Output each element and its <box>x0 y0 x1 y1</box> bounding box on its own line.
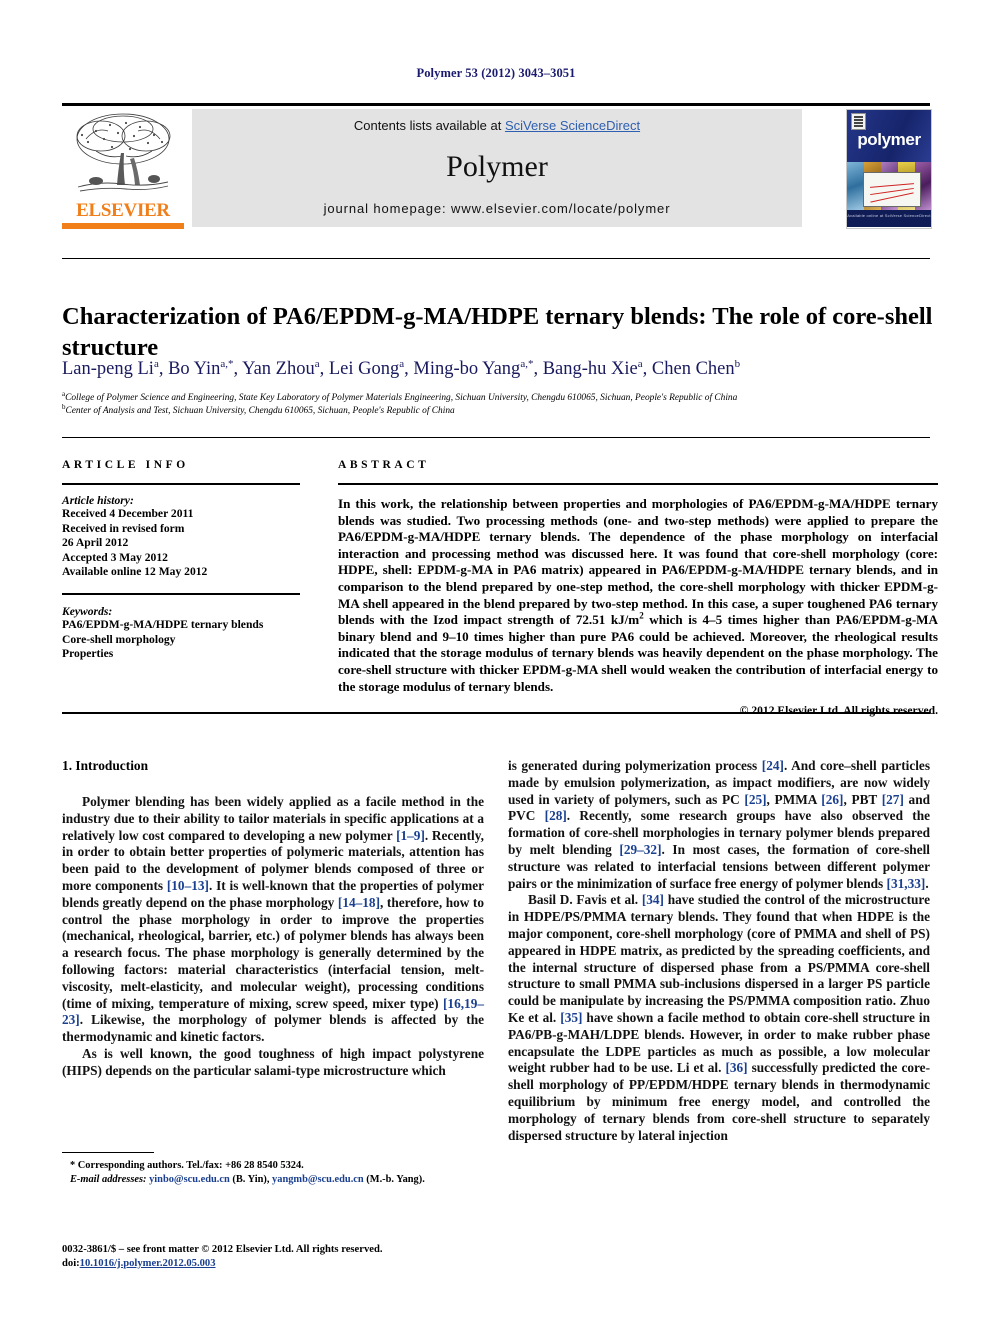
keywords-rule <box>62 592 300 595</box>
history-item: Received in revised form <box>62 521 185 535</box>
article-info-label: ARTICLE INFO <box>62 459 189 471</box>
title-divider <box>62 258 930 259</box>
abstract-column: ABSTRACT In this work, the relationship … <box>338 459 938 717</box>
masthead-top-rule <box>62 103 930 106</box>
info-bottom-divider <box>62 712 930 714</box>
journal-masthead: ELSEVIER Contents lists available at Sci… <box>62 103 932 229</box>
cover-footer-text: Available online at SciVerse ScienceDire… <box>847 213 931 218</box>
doi-prefix: doi: <box>62 1257 80 1269</box>
history-item: 26 April 2012 <box>62 536 129 550</box>
keyword-item: Core-shell morphology <box>62 632 176 646</box>
abstract-text: In this work, the relationship between p… <box>338 496 938 694</box>
article-info-column: ARTICLE INFO Article history: Received 4… <box>62 459 300 662</box>
doi-link[interactable]: 10.1016/j.polymer.2012.05.003 <box>80 1258 216 1269</box>
article-page: Polymer 53 (2012) 3043–3051 ELSEVIER Con… <box>0 0 992 1323</box>
history-item: Available online 12 May 2012 <box>62 565 208 579</box>
author-list: Lan-peng Lia, Bo Yina,*, Yan Zhoua, Lei … <box>62 357 741 379</box>
sciencedirect-link[interactable]: SciVerse ScienceDirect <box>505 118 640 133</box>
affiliation-a: aCollege of Polymer Science and Engineer… <box>62 389 738 403</box>
article-info-rule <box>62 483 300 485</box>
email-addresses-line: E-mail addresses: yinbo@scu.edu.cn (B. Y… <box>70 1173 425 1185</box>
corresponding-author-line: * Corresponding authors. Tel./fax: +86 2… <box>70 1160 304 1171</box>
history-item: Accepted 3 May 2012 <box>62 550 168 564</box>
affiliation-list: aCollege of Polymer Science and Engineer… <box>62 389 938 417</box>
abstract-label: ABSTRACT <box>338 459 430 471</box>
body-paragraph: Polymer blending has been widely applied… <box>62 794 484 1045</box>
elsevier-logo: ELSEVIER <box>62 109 184 229</box>
cover-inset-chart <box>863 172 921 207</box>
issn-front-matter-line: 0032-3861/$ – see front matter © 2012 El… <box>62 1244 383 1255</box>
contents-available-line: Contents lists available at SciVerse Sci… <box>192 118 802 133</box>
body-paragraph: is generated during polymerization proce… <box>508 758 931 891</box>
page-title: Characterization of PA6/EPDM-g-MA/HDPE t… <box>62 303 933 362</box>
history-item: Received 4 December 2011 <box>62 507 194 520</box>
cover-journal-title: polymer <box>857 130 921 149</box>
body-column-left: 1. Introduction Polymer blending has bee… <box>62 758 484 1080</box>
body-paragraph: As is well known, the good toughness of … <box>62 1045 484 1078</box>
running-head: Polymer 53 (2012) 3043–3051 <box>416 66 576 80</box>
article-history-heading: Article history: <box>62 494 134 507</box>
cover-top-band: polymer <box>847 110 931 162</box>
article-history-list: Received 4 December 2011 Received in rev… <box>62 507 300 580</box>
journal-homepage-link[interactable]: journal homepage: www.elsevier.com/locat… <box>192 201 802 216</box>
elsevier-wordmark: ELSEVIER <box>76 200 170 221</box>
keyword-item: PA6/EPDM-g-MA/HDPE ternary blends <box>62 617 264 631</box>
body-paragraph: Basil D. Favis et al. [34] have studied … <box>508 892 931 1143</box>
contents-prefix: Contents lists available at <box>353 118 505 133</box>
keyword-item: Properties <box>62 647 114 661</box>
copyright-line: © 2012 Elsevier Ltd. All rights reserved… <box>739 704 938 718</box>
section-heading-introduction: 1. Introduction <box>62 758 149 773</box>
info-top-divider <box>62 437 930 438</box>
page-footer: 0032-3861/$ – see front matter © 2012 El… <box>62 1243 562 1270</box>
journal-title: Polymer <box>446 150 548 183</box>
affiliation-b: bCenter of Analysis and Test, Sichuan Un… <box>62 402 455 416</box>
cover-bottom-band: Available online at SciVerse ScienceDire… <box>847 210 931 227</box>
corresponding-author-footnote: * Corresponding authors. Tel./fax: +86 2… <box>62 1152 484 1186</box>
journal-cover-thumbnail[interactable]: polymer Available online at SciVerse Sci… <box>846 109 932 229</box>
doi-line: doi:10.1016/j.polymer.2012.05.003 <box>62 1257 562 1271</box>
body-column-right: is generated during polymerization proce… <box>508 758 930 1144</box>
journal-banner: Contents lists available at SciVerse Sci… <box>192 109 802 227</box>
cover-elsevier-mark-icon <box>851 113 866 130</box>
keywords-heading: Keywords: <box>62 604 113 618</box>
footnote-divider <box>62 1152 154 1153</box>
keywords-list: PA6/EPDM-g-MA/HDPE ternary blends Core-s… <box>62 618 300 662</box>
abstract-rule <box>338 483 938 485</box>
elsevier-tree-icon <box>76 113 171 192</box>
elsevier-accent-bar <box>62 223 184 229</box>
